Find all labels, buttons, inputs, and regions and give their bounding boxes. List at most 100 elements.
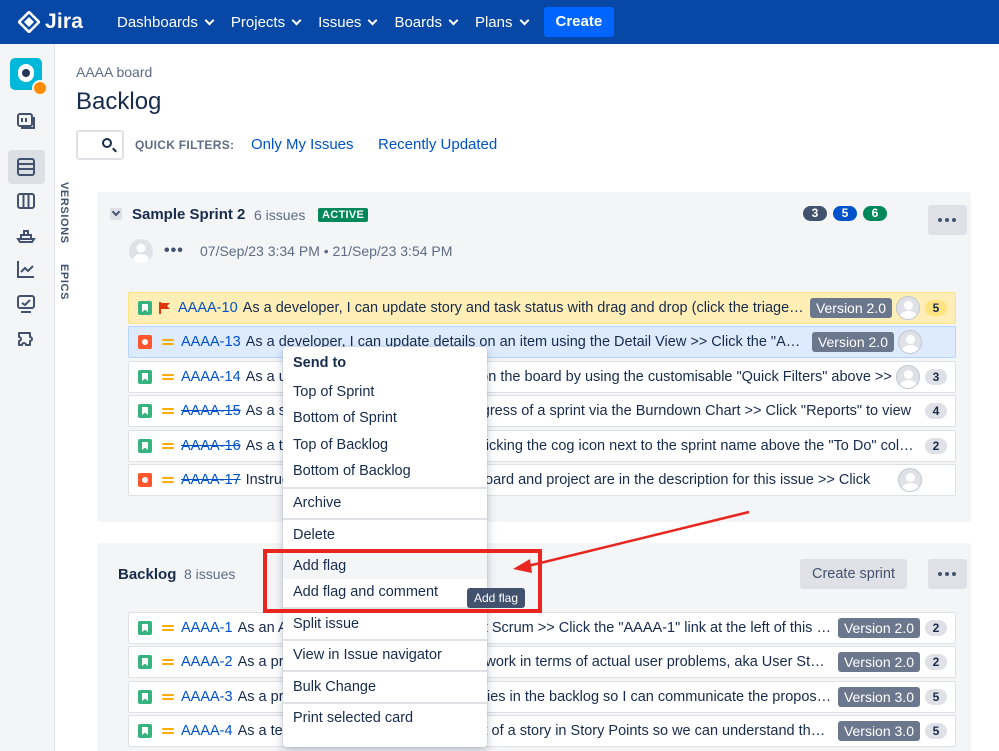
menu-item-print-selected-card[interactable]: Print selected card [283, 705, 487, 731]
menu-item-split-issue[interactable]: Split issue [283, 611, 487, 637]
bug-icon [138, 335, 152, 349]
backlog-issue-count: 8 issues [184, 566, 236, 582]
issue-row[interactable]: AAAA-16 As a team, I can finish the spri… [128, 430, 956, 462]
story-icon [138, 439, 152, 453]
medium-priority-icon [161, 406, 175, 416]
issue-key[interactable]: AAAA-10 [178, 300, 238, 316]
versions-tab[interactable]: VERSIONS [58, 182, 70, 244]
story-points-badge: 5 [925, 300, 947, 316]
collapse-chevron-icon[interactable] [110, 208, 122, 220]
issue-row[interactable]: AAAA-17 Instructions for deleting this s… [128, 464, 956, 496]
issue-key[interactable]: AAAA-1 [181, 620, 233, 636]
menu-item-bottom-of-sprint[interactable]: Bottom of Sprint [283, 405, 487, 431]
issue-key[interactable]: AAAA-14 [181, 369, 241, 385]
in-progress-count-badge: 5 [833, 206, 857, 221]
project-avatar[interactable] [10, 58, 48, 96]
story-points-badge: 3 [925, 369, 947, 385]
issues-icon[interactable] [15, 293, 37, 315]
backlog-issue-row[interactable]: AAAA-3 As a product owner, I'd like to r… [128, 681, 956, 713]
menu-divider [283, 639, 487, 641]
backlog-icon[interactable] [15, 156, 37, 178]
search-input[interactable] [76, 130, 124, 160]
nav-issues[interactable]: Issues [318, 0, 378, 44]
issue-row[interactable]: AAAA-15 As a scrum master, I can see the… [128, 395, 956, 427]
medium-priority-icon [161, 337, 175, 347]
reports-icon[interactable] [15, 258, 37, 280]
backlog-issue-row[interactable]: AAAA-1 As an Agile team, I'd like to lea… [128, 612, 956, 644]
story-points-badge: 5 [925, 723, 947, 739]
nav-plans[interactable]: Plans [474, 0, 529, 44]
chevron-down-icon [448, 15, 459, 25]
backlog-issue-row[interactable]: AAAA-4 As a team, I'd like to estimate t… [128, 715, 956, 747]
story-points-badge: 2 [925, 438, 947, 454]
medium-priority-icon [161, 372, 175, 382]
backlog-more-actions-button[interactable] [928, 559, 967, 589]
menu-divider [283, 670, 487, 672]
issue-row[interactable]: AAAA-14 As a user, I can find important … [128, 361, 956, 393]
jira-logo-icon [17, 10, 41, 34]
todo-count-badge: 3 [803, 206, 827, 221]
menu-item-bottom-of-backlog[interactable]: Bottom of Backlog [283, 458, 487, 484]
sprint-more-icon[interactable]: ••• [164, 242, 184, 260]
releases-icon[interactable] [15, 224, 37, 246]
fix-version-label: Version 3.0 [837, 687, 920, 707]
story-icon [138, 621, 152, 635]
nav-projects[interactable]: Projects [231, 0, 302, 44]
nav-label: Plans [474, 13, 513, 31]
menu-item-bulk-change[interactable]: Bulk Change [283, 674, 487, 700]
search-icon [102, 138, 112, 148]
create-button[interactable]: Create [543, 7, 615, 37]
story-points-badge: 2 [925, 654, 947, 670]
menu-item-delete[interactable]: Delete [283, 522, 487, 548]
medium-priority-icon [161, 657, 175, 667]
roadmap-icon[interactable] [15, 110, 37, 132]
chevron-down-icon [367, 15, 378, 25]
menu-item-archive[interactable]: Archive [283, 490, 487, 516]
story-points-badge: 5 [925, 689, 947, 705]
issue-key[interactable]: AAAA-3 [181, 689, 233, 705]
story-icon [138, 690, 152, 704]
medium-priority-icon [161, 623, 175, 633]
breadcrumb[interactable]: AAAA board [76, 64, 152, 80]
board-icon[interactable] [15, 190, 37, 212]
sprint-more-actions-button[interactable] [928, 205, 967, 235]
issue-key[interactable]: AAAA-15 [181, 403, 241, 419]
add-ons-puzzle-icon[interactable] [15, 329, 37, 351]
story-points-badge: 4 [925, 403, 947, 419]
menu-item-top-of-backlog[interactable]: Top of Backlog [283, 432, 487, 458]
issue-context-menu: Send to Top of Sprint Bottom of Sprint T… [283, 347, 487, 747]
issue-row-flagged[interactable]: AAAA-10 As a developer, I can update sto… [128, 292, 956, 324]
fix-version-label: Version 2.0 [837, 618, 920, 638]
chevron-down-icon [291, 15, 302, 25]
quick-filter-only-my-issues[interactable]: Only My Issues [251, 136, 354, 153]
software-badge-icon [32, 80, 48, 96]
logo-text: Jira [45, 10, 84, 33]
assignee-avatar [898, 468, 922, 492]
quick-filter-recently-updated[interactable]: Recently Updated [378, 136, 497, 153]
sprint-issue-count: 6 issues [254, 207, 306, 223]
story-points-badge: 2 [925, 620, 947, 636]
menu-item-top-of-sprint[interactable]: Top of Sprint [283, 379, 487, 405]
assignee-avatar [898, 330, 922, 354]
nav-boards[interactable]: Boards [394, 0, 459, 44]
issue-key[interactable]: AAAA-17 [181, 472, 241, 488]
jira-logo[interactable]: Jira [17, 10, 108, 34]
menu-item-view-in-issue-navigator[interactable]: View in Issue navigator [283, 642, 487, 668]
bug-icon [138, 473, 152, 487]
backlog-issue-row[interactable]: AAAA-2 As a product owner, I'd like to e… [128, 646, 956, 678]
story-icon [138, 301, 152, 315]
issue-key[interactable]: AAAA-16 [181, 438, 241, 454]
epics-tab[interactable]: EPICS [58, 264, 70, 300]
issue-key[interactable]: AAAA-13 [181, 334, 241, 350]
create-sprint-button[interactable]: Create sprint [800, 559, 907, 589]
story-icon [138, 724, 152, 738]
nav-label: Boards [394, 13, 442, 31]
issue-key[interactable]: AAAA-4 [181, 723, 233, 739]
project-sidebar [0, 44, 55, 751]
sprint-name[interactable]: Sample Sprint 2 [132, 206, 245, 223]
assignee-avatar [896, 296, 920, 320]
issue-row-selected[interactable]: AAAA-13 As a developer, I can update det… [128, 326, 956, 358]
fix-version-label: Version 2.0 [809, 298, 892, 318]
nav-dashboards[interactable]: Dashboards [117, 0, 215, 44]
issue-key[interactable]: AAAA-2 [181, 654, 233, 670]
